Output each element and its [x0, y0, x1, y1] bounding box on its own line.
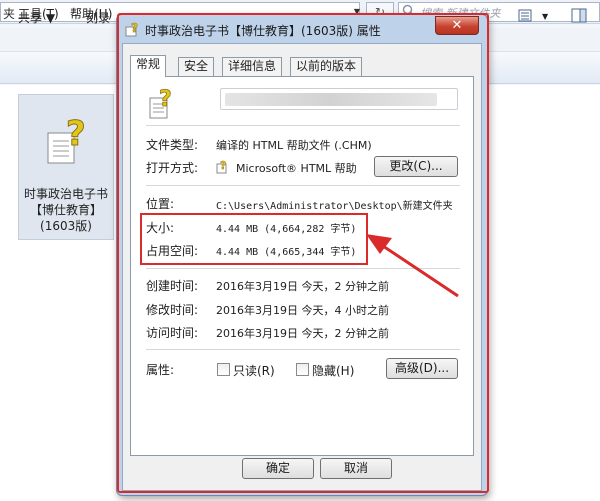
hidden-checkbox[interactable] [296, 363, 309, 376]
burn-button[interactable]: 刻录 [86, 9, 110, 26]
separator [146, 268, 460, 269]
svg-text:?: ? [220, 159, 226, 172]
separator [146, 125, 460, 126]
readonly-checkbox[interactable] [217, 363, 230, 376]
view-options-icon[interactable] [518, 8, 536, 24]
accessed-value: 2016年3月19日 今天，2 分钟之前 [216, 327, 389, 340]
chm-file-icon: ? [149, 87, 172, 119]
svg-text:?: ? [131, 21, 138, 35]
file-type-value: 编译的 HTML 帮助文件 (.CHM) [216, 139, 372, 152]
tab-details[interactable]: 详细信息 [222, 57, 283, 76]
dialog-title: 时事政治电子书【博仕教育】(1603版) 属性 [145, 24, 381, 38]
svg-text:?: ? [159, 87, 172, 112]
svg-text:?: ? [66, 115, 86, 154]
file-type-label: 文件类型: [146, 138, 199, 152]
share-button[interactable]: 共享 ▼ [18, 9, 55, 26]
general-tab-panel [130, 76, 474, 456]
chm-file-icon: ? [125, 21, 138, 37]
separator [146, 185, 460, 186]
separator [146, 349, 460, 350]
help-app-icon: ? [216, 159, 227, 174]
file-label-line-1: 时事政治电子书 [23, 187, 108, 201]
cancel-button[interactable]: 取消 [320, 458, 392, 479]
address-text: 夹 [3, 7, 16, 21]
modified-value: 2016年3月19日 今天，4 小时之前 [216, 304, 389, 317]
size-highlight-box [140, 213, 368, 265]
readonly-label: 只读(R) [233, 364, 275, 378]
file-label: 时事政治电子书 【博仕教育】 (1603版) [18, 186, 114, 234]
advanced-button[interactable]: 高级(D)... [386, 358, 458, 379]
tab-previous-versions[interactable]: 以前的版本 [290, 57, 363, 76]
location-value: C:\Users\Administrator\Desktop\新建文件夹 [216, 201, 453, 212]
blurred-file-name [225, 93, 437, 106]
created-value: 2016年3月19日 今天，2 分钟之前 [216, 280, 389, 293]
close-icon: ✕ [451, 18, 463, 33]
ok-button[interactable]: 确定 [242, 458, 314, 479]
open-with-value: Microsoft® HTML 帮助 [236, 162, 357, 175]
hidden-label: 隐藏(H) [312, 364, 355, 378]
change-button[interactable]: 更改(C)... [374, 156, 458, 177]
tab-general[interactable]: 常规 [130, 55, 167, 77]
modified-label: 修改时间: [146, 303, 199, 317]
file-label-line-3: (1603版) [40, 219, 92, 233]
file-name-field[interactable] [220, 88, 458, 110]
close-button[interactable]: ✕ [435, 16, 479, 35]
open-with-label: 打开方式: [146, 161, 199, 175]
file-label-line-2: 【博仕教育】 [29, 203, 102, 217]
location-label: 位置: [146, 197, 175, 211]
accessed-label: 访问时间: [146, 326, 199, 340]
attributes-label: 属性: [146, 363, 175, 377]
dialog-title-bar[interactable]: ? 时事政治电子书【博仕教育】(1603版) 属性 ✕ [117, 15, 487, 43]
created-label: 创建时间: [146, 279, 199, 293]
view-dropdown-icon[interactable]: ▼ [542, 12, 548, 21]
chm-file-icon: ? [47, 115, 86, 164]
preview-pane-icon[interactable] [570, 8, 588, 24]
tab-security[interactable]: 安全 [178, 57, 215, 76]
